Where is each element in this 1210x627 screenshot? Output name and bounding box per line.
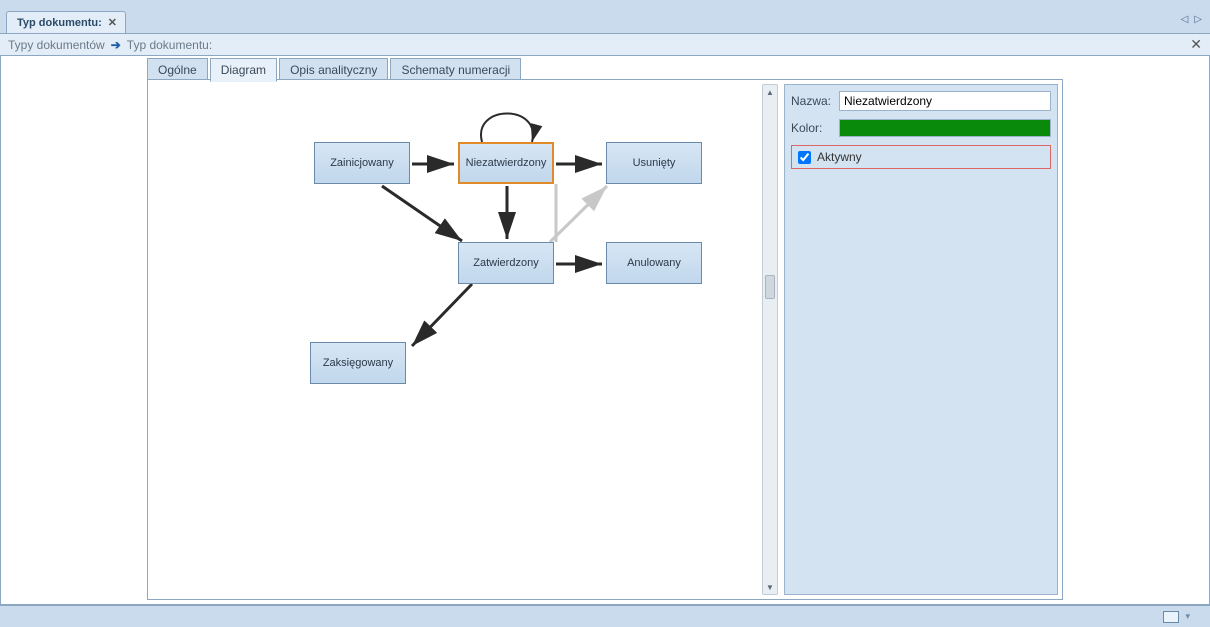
breadcrumb-root[interactable]: Typy dokumentów: [8, 38, 105, 52]
breadcrumb-close-icon[interactable]: ✕: [1190, 36, 1202, 53]
tab-content: Zainicjowany Niezatwierdzony Usunięty Za…: [147, 79, 1063, 600]
node-zainicjowany[interactable]: Zainicjowany: [314, 142, 410, 184]
tab-close-icon[interactable]: ✕: [108, 16, 117, 29]
status-dropdown-icon[interactable]: ▾: [1185, 611, 1190, 622]
status-bar: ▾: [0, 605, 1210, 627]
active-checkbox-row[interactable]: Aktywny: [791, 145, 1051, 169]
nav-left-icon[interactable]: ◁: [1181, 14, 1189, 25]
breadcrumb: Typy dokumentów ➔ Typ dokumentu: ✕: [0, 34, 1210, 56]
node-label: Usunięty: [633, 157, 676, 169]
name-input[interactable]: [839, 91, 1051, 111]
vertical-scrollbar[interactable]: ▲ ▼: [762, 84, 778, 595]
active-label: Aktywny: [817, 150, 862, 164]
name-label: Nazwa:: [791, 94, 839, 108]
properties-panel: Nazwa: Kolor: Aktywny: [784, 84, 1058, 595]
node-usuniety[interactable]: Usunięty: [606, 142, 702, 184]
node-label: Zaksięgowany: [323, 357, 393, 369]
node-anulowany[interactable]: Anulowany: [606, 242, 702, 284]
color-label: Kolor:: [791, 121, 839, 135]
tab-diagram[interactable]: Diagram: [210, 58, 277, 82]
node-label: Anulowany: [627, 257, 681, 269]
node-zatwierdzony[interactable]: Zatwierdzony: [458, 242, 554, 284]
active-checkbox[interactable]: [798, 151, 811, 164]
node-niezatwierdzony[interactable]: Niezatwierdzony: [458, 142, 554, 184]
scroll-thumb[interactable]: [765, 275, 775, 299]
node-zaksiegowany[interactable]: Zaksięgowany: [310, 342, 406, 384]
scroll-up-icon[interactable]: ▲: [763, 85, 777, 99]
window-tab-bar: Typ dokumentu: ✕ ◁ ▷: [0, 10, 1210, 34]
node-label: Zainicjowany: [330, 157, 394, 169]
window-tab-title: Typ dokumentu:: [17, 17, 102, 29]
nav-right-icon[interactable]: ▷: [1194, 14, 1202, 25]
node-label: Zatwierdzony: [473, 257, 538, 269]
scroll-down-icon[interactable]: ▼: [763, 580, 777, 594]
breadcrumb-arrow-icon: ➔: [111, 38, 121, 52]
window-tab-document-type[interactable]: Typ dokumentu: ✕: [6, 11, 126, 33]
breadcrumb-current: Typ dokumentu:: [127, 38, 212, 52]
node-label: Niezatwierdzony: [466, 157, 547, 169]
diagram-canvas[interactable]: Zainicjowany Niezatwierdzony Usunięty Za…: [152, 84, 760, 595]
color-picker[interactable]: [839, 119, 1051, 137]
status-keyboard-icon[interactable]: [1163, 611, 1179, 623]
